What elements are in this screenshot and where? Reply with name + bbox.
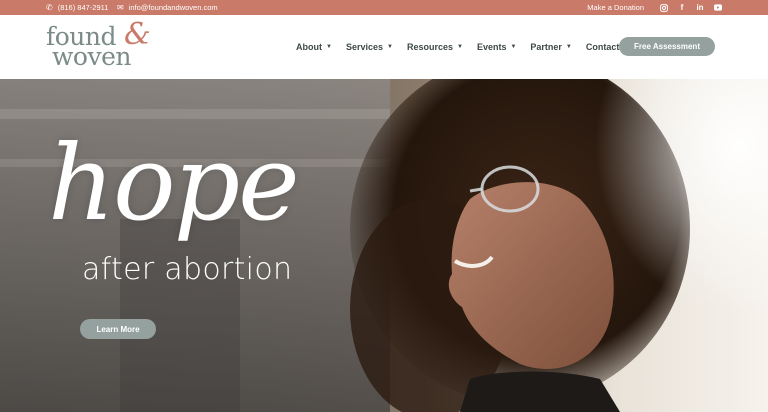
chevron-down-icon: ▼ xyxy=(510,44,517,50)
hero-banner: hope after abortion Learn More xyxy=(0,79,768,412)
site-logo[interactable]: found & woven xyxy=(46,20,166,72)
nav-partner-label: Partner xyxy=(530,42,562,52)
nav-contact-label: Contact xyxy=(585,42,620,52)
site-header: found & woven About ▼ Services ▼ Resourc… xyxy=(0,15,768,79)
youtube-icon[interactable] xyxy=(714,4,722,12)
envelope-icon: ✉ xyxy=(117,3,124,12)
nav-about[interactable]: About ▼ xyxy=(296,42,332,52)
hero-headline: hope xyxy=(48,122,300,244)
nav-events[interactable]: Events ▼ xyxy=(477,42,516,52)
facebook-icon[interactable]: f xyxy=(678,3,686,12)
chevron-down-icon: ▼ xyxy=(326,44,332,50)
nav-services-label: Services xyxy=(345,42,383,52)
phone-icon: ✆ xyxy=(46,3,53,12)
chevron-down-icon: ▼ xyxy=(387,44,393,50)
top-bar: ✆ (816) 847-2911 ✉ info@foundandwoven.co… xyxy=(0,0,768,15)
phone-number: (816) 847-2911 xyxy=(57,3,109,12)
nav-partner[interactable]: Partner ▼ xyxy=(530,42,571,52)
nav-services[interactable]: Services ▼ xyxy=(346,42,393,52)
email-link[interactable]: ✉ info@foundandwoven.com xyxy=(117,0,218,15)
phone-link[interactable]: ✆ (816) 847-2911 xyxy=(46,0,108,15)
logo-text-woven: woven xyxy=(52,42,131,71)
nav-contact[interactable]: Contact xyxy=(586,42,620,52)
email-address: info@foundandwoven.com xyxy=(128,3,218,12)
free-assessment-button[interactable]: Free Assessment xyxy=(619,37,715,56)
hero-subheadline: after abortion xyxy=(82,252,293,287)
main-nav: About ▼ Services ▼ Resources ▼ Events ▼ … xyxy=(296,15,633,79)
instagram-icon[interactable] xyxy=(660,3,668,12)
nav-resources[interactable]: Resources ▼ xyxy=(407,42,463,52)
linkedin-icon[interactable]: in xyxy=(696,3,704,12)
nav-resources-label: Resources xyxy=(406,42,453,52)
learn-more-button[interactable]: Learn More xyxy=(80,319,156,339)
nav-events-label: Events xyxy=(476,42,507,52)
donate-link[interactable]: Make a Donation xyxy=(587,3,644,12)
nav-about-label: About xyxy=(296,42,322,52)
chevron-down-icon: ▼ xyxy=(565,44,572,50)
chevron-down-icon: ▼ xyxy=(456,44,463,50)
